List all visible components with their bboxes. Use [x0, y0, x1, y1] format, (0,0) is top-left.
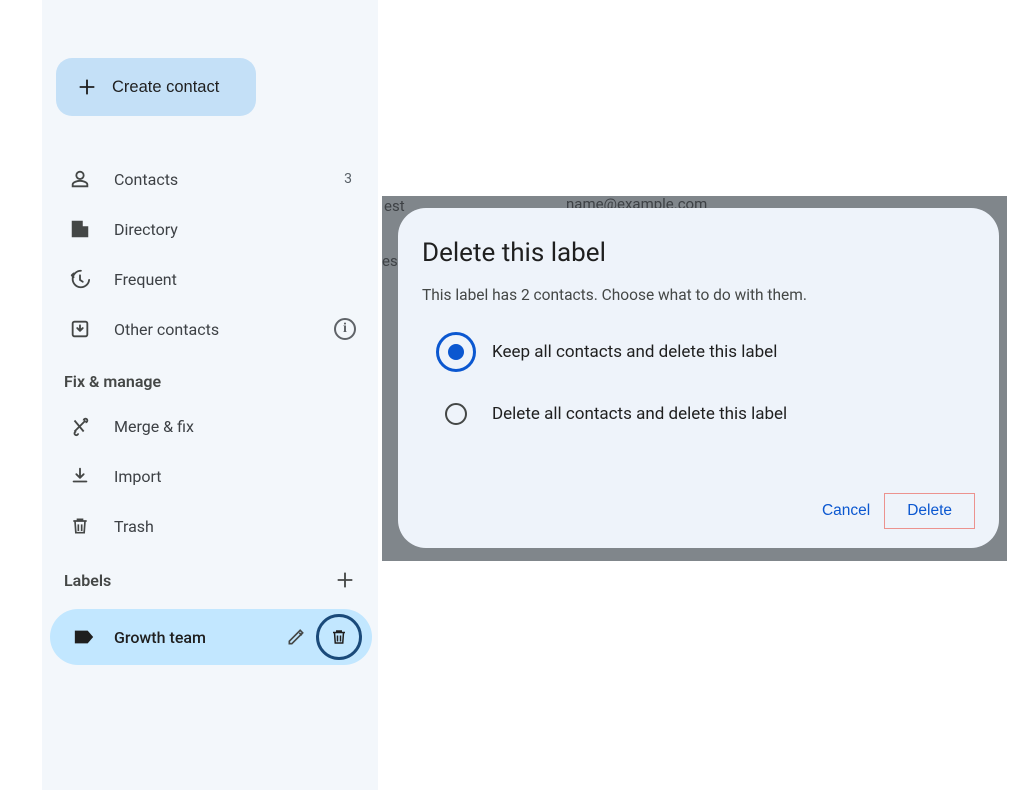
obscured-text: es: [382, 252, 398, 270]
dialog-title: Delete this label: [422, 238, 975, 268]
nav-label: Import: [114, 467, 356, 486]
sidebar-item-frequent[interactable]: Frequent: [42, 254, 378, 304]
sidebar-item-other-contacts[interactable]: Other contacts i: [42, 304, 378, 354]
nav-label: Merge & fix: [114, 417, 356, 436]
label-item-growth-team[interactable]: Growth team: [50, 609, 372, 665]
info-icon[interactable]: i: [334, 318, 356, 340]
archive-download-icon: [68, 317, 92, 341]
labels-header: Labels: [42, 551, 378, 601]
sidebar-item-merge-fix[interactable]: Merge & fix: [42, 401, 378, 451]
sidebar-item-contacts[interactable]: Contacts 3: [42, 154, 378, 204]
download-icon: [68, 464, 92, 488]
edit-label-button[interactable]: [284, 625, 308, 649]
obscured-text: est: [384, 197, 405, 215]
nav-label: Trash: [114, 517, 356, 536]
tools-icon: [68, 414, 92, 438]
create-contact-button[interactable]: Create contact: [56, 58, 256, 116]
label-name: Growth team: [114, 628, 284, 647]
cancel-button[interactable]: Cancel: [814, 492, 878, 530]
fix-manage-header: Fix & manage: [42, 354, 378, 401]
person-icon: [68, 167, 92, 191]
radio-label: Delete all contacts and delete this labe…: [492, 404, 787, 424]
trash-icon: [68, 514, 92, 538]
sidebar: Create contact Contacts 3 Directory Freq…: [42, 0, 378, 790]
nav-label: Other contacts: [114, 320, 334, 339]
add-label-button[interactable]: [334, 569, 356, 591]
delete-label-button[interactable]: [316, 614, 362, 660]
radio-label: Keep all contacts and delete this label: [492, 342, 777, 362]
nav-label: Contacts: [114, 170, 344, 189]
building-icon: [68, 217, 92, 241]
sidebar-item-trash[interactable]: Trash: [42, 501, 378, 551]
dialog-subtitle: This label has 2 contacts. Choose what t…: [422, 286, 975, 304]
radio-unselected-icon: [445, 403, 467, 425]
radio-selected-icon: [436, 332, 476, 372]
sidebar-item-import[interactable]: Import: [42, 451, 378, 501]
nav-label: Directory: [114, 220, 356, 239]
plus-icon: [76, 76, 98, 98]
dialog-actions: Cancel Delete: [422, 492, 975, 530]
create-contact-label: Create contact: [112, 78, 219, 97]
radio-keep-contacts[interactable]: Keep all contacts and delete this label: [436, 332, 975, 372]
contacts-count: 3: [344, 171, 352, 187]
nav-label: Frequent: [114, 270, 356, 289]
radio-delete-contacts[interactable]: Delete all contacts and delete this labe…: [436, 394, 975, 434]
label-icon: [72, 625, 96, 649]
delete-button[interactable]: Delete: [884, 493, 975, 529]
delete-label-dialog: Delete this label This label has 2 conta…: [398, 208, 999, 548]
sidebar-item-directory[interactable]: Directory: [42, 204, 378, 254]
history-icon: [68, 267, 92, 291]
